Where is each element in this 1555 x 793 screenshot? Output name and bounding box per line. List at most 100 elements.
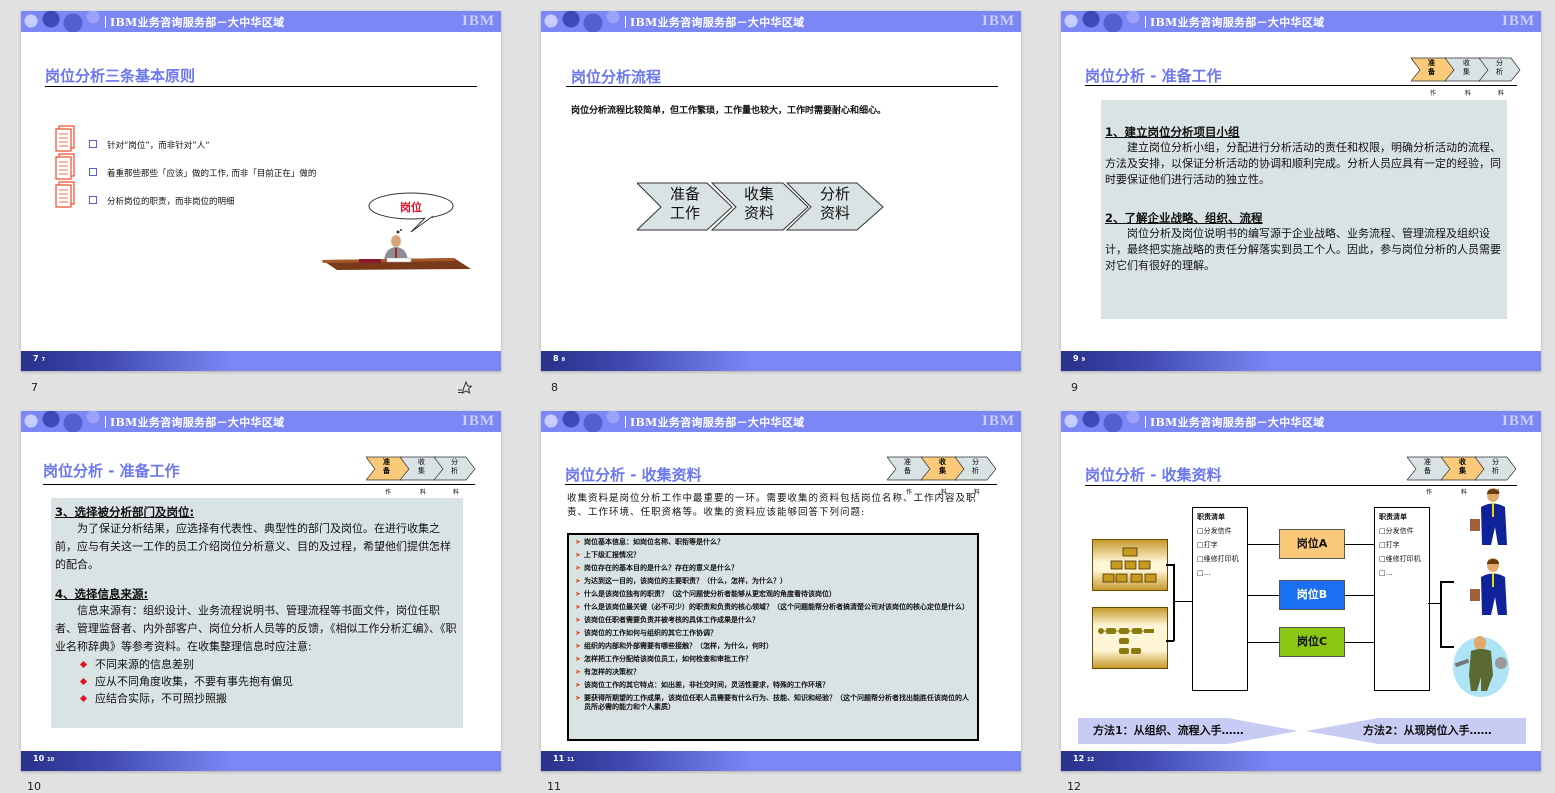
chevron-step-active: 收集 [939,458,946,475]
footer-slide-number: 88 [553,354,566,363]
title-rule [566,86,998,87]
method-banners: 方法1：从组织、流程入手…… 方法2：从现岗位入手…… [1078,716,1526,746]
slide-title: 岗位分析 - 准备工作 [1085,67,1222,85]
slide-thumbnail-8[interactable]: IBM业务咨询服务部－大中华区域 IBM 岗位分析流程 岗位分析流程比较简单，但… [541,11,1021,371]
connector-line [1247,595,1279,596]
connector-line [1345,544,1375,545]
slide-footer: 99 [1061,351,1541,371]
position-box-b: 岗位B [1279,580,1345,610]
thinking-man-illustration [319,229,474,279]
slide-footer: 88 [541,351,1021,371]
question-item: 该岗位的工作如何与组织的其它工作协调？ [575,629,971,638]
footer-decoration [1061,351,1271,371]
note-item: 应结合实际，不可照抄照搬 [55,690,459,707]
section-text: 为了保证分析结果，应选择有代表性、典型性的部门及岗位。在进行收集之前，应与有关这… [55,522,451,571]
arrow-connector [1428,603,1440,604]
questions-list: 岗位基本信息：如岗位名称、职衔等是什么？ 上下级汇报情况？ 岗位存在的基本目的是… [569,535,977,719]
note-item: 应从不同角度收集，不要有事先抱有偏见 [55,673,459,690]
slide-thumbnail-10[interactable]: IBM业务咨询服务部－大中华区域 IBM 岗位分析 - 准备工作 准备 收集 分… [21,411,501,771]
question-item: 岗位存在的基本目的是什么？存在的意义是什么？ [575,564,971,573]
duty-item: □打字 [1197,541,1218,549]
question-item: 该岗位任职者需要负责并被考核的具体工作成果是什么？ [575,616,971,625]
section-text: 岗位分析及岗位说明书的编写源于企业战略、业务流程、管理流程及组织设计，最终把实施… [1105,227,1501,272]
slide-title: 岗位分析 - 准备工作 [43,462,180,480]
header-decoration [21,411,111,432]
question-item: 该岗位工作的其它特点：如出差，非社交时间，灵活性要求，特殊的工作环境？ [575,681,971,690]
header-org-text: IBM业务咨询服务部－大中华区域 [1145,14,1324,30]
footer-slide-number: 11 11 [553,754,575,763]
header-org-text: IBM业务咨询服务部－大中华区域 [1145,414,1324,430]
slide-number-label: 9 [1071,381,1078,394]
chevron-step: 分析 [972,458,979,475]
duty-item: □打字 [1379,541,1400,549]
note-item: 不同来源的信息差别 [55,656,459,673]
chevron-step-active: 收集 [1459,458,1466,475]
chevron-step: 分析 [451,458,458,475]
process-flow: 准备 工作 收集 资料 分析 资料 [637,182,887,232]
slide-thumbnail-11[interactable]: IBM业务咨询服务部－大中华区域 IBM 岗位分析 - 收集资料 准备 收集 分… [541,411,1021,771]
title-rule [1085,85,1517,86]
connector-line [1173,564,1175,641]
principle-text: 针对“岗位”，而非针对”人“ [107,141,210,151]
slide-thumbnail-12[interactable]: IBM业务咨询服务部－大中华区域 IBM 岗位分析 - 收集资料 准备 收集 分… [1061,411,1541,771]
chevron-sub: 料 [1465,90,1472,97]
ibm-logo: IBM [462,413,495,429]
question-item: 什么是该岗位独有的职责？（这个问题使分析者能够从更宏观的角度看待该岗位） [575,590,971,599]
slide-thumbnail-7[interactable]: IBM业务咨询服务部－大中华区域 IBM 岗位分析三条基本原则 针对“岗位”，而… [21,11,501,371]
footer-decoration [541,351,751,371]
duty-item: □… [1197,569,1211,577]
position-label: 岗位B [1296,588,1328,601]
slide-thumbnail-9[interactable]: IBM业务咨询服务部－大中华区域 IBM 岗位分析 - 准备工作 准备 收集 分… [1061,11,1541,371]
principle-item: 针对“岗位”，而非针对”人“ [89,132,316,160]
slide-header: IBM业务咨询服务部－大中华区域 IBM [541,411,1021,432]
process-step-collect: 收集 资料 [743,185,774,222]
chevron-sub: 料 [1498,90,1505,97]
chevron-step-active: 准备 [383,458,390,475]
duty-list-left: 职责清单 □分发信件 □打字 □维修打印机 □… [1192,507,1248,691]
connector-line [1247,544,1279,545]
question-item: 什么是该岗位最关键（必不可少）的职责和负责的核心领域？（这个问题能帮分析者搞清楚… [575,603,971,612]
star-icon[interactable] [458,380,473,395]
header-org-text: IBM业务咨询服务部－大中华区域 [105,414,284,430]
position-label: 岗位C [1296,635,1328,648]
connector-line [1247,642,1279,643]
duty-item: □… [1379,569,1393,577]
intro-text: 收集资料是岗位分析工作中最重要的一环。需要收集的资料包括岗位名称、工作内容及职责… [567,493,977,518]
progress-chevrons: 准备 收集 分析 作 料 料 [366,456,476,496]
process-step-analyze: 分析 资料 [819,185,850,222]
header-decoration [541,411,631,432]
process-flow-icon [1092,607,1168,669]
title-rule [565,484,997,485]
duty-item: □分发信件 [1197,527,1232,535]
question-item: 要获得所期望的工作成果，该岗位任职人员需要有什么行为、技能、知识和经验？（这个问… [575,694,971,712]
duty-list: 职责清单 □分发信件 □打字 □维修打印机 □… [1375,508,1429,582]
connector-line [1345,642,1375,643]
position-box-c: 岗位C [1279,627,1345,657]
connector-line [1345,595,1375,596]
question-item: 岗位基本信息：如岗位名称、职衔等是什么？ [575,538,971,547]
header-decoration [21,11,111,32]
duty-item: □维修打印机 [1379,555,1421,563]
slide-header: IBM业务咨询服务部－大中华区域 IBM [21,11,501,32]
worker-icon [1447,631,1515,701]
duty-list-title: 职责清单 [1197,513,1225,521]
document-stack-icon [55,125,77,213]
slide-title: 岗位分析流程 [571,68,662,86]
duty-list: 职责清单 □分发信件 □打字 □维修打印机 □… [1193,508,1247,582]
ibm-logo: IBM [982,413,1015,429]
principles-list: 针对“岗位”，而非针对”人“ 着重那些那些「应该」做的工作, 而非「目前正在」做… [89,132,316,216]
duty-list-title: 职责清单 [1379,513,1407,521]
slide-footer: 77 [21,351,501,371]
footer-slide-number: 99 [1073,354,1086,363]
chevron-sub: 料 [420,489,427,496]
chevron-step: 收集 [418,458,425,475]
bubble-text: 岗位 [400,201,422,214]
connector-line [1166,640,1174,642]
checkbox-icon [89,140,97,148]
position-label: 岗位A [1296,537,1328,550]
checkbox-icon [89,168,97,176]
slide-title: 岗位分析 - 收集资料 [565,466,702,484]
slide-title: 岗位分析 - 收集资料 [1085,466,1222,484]
ibm-logo: IBM [462,13,495,29]
chevron-sub: 作 [385,489,392,496]
